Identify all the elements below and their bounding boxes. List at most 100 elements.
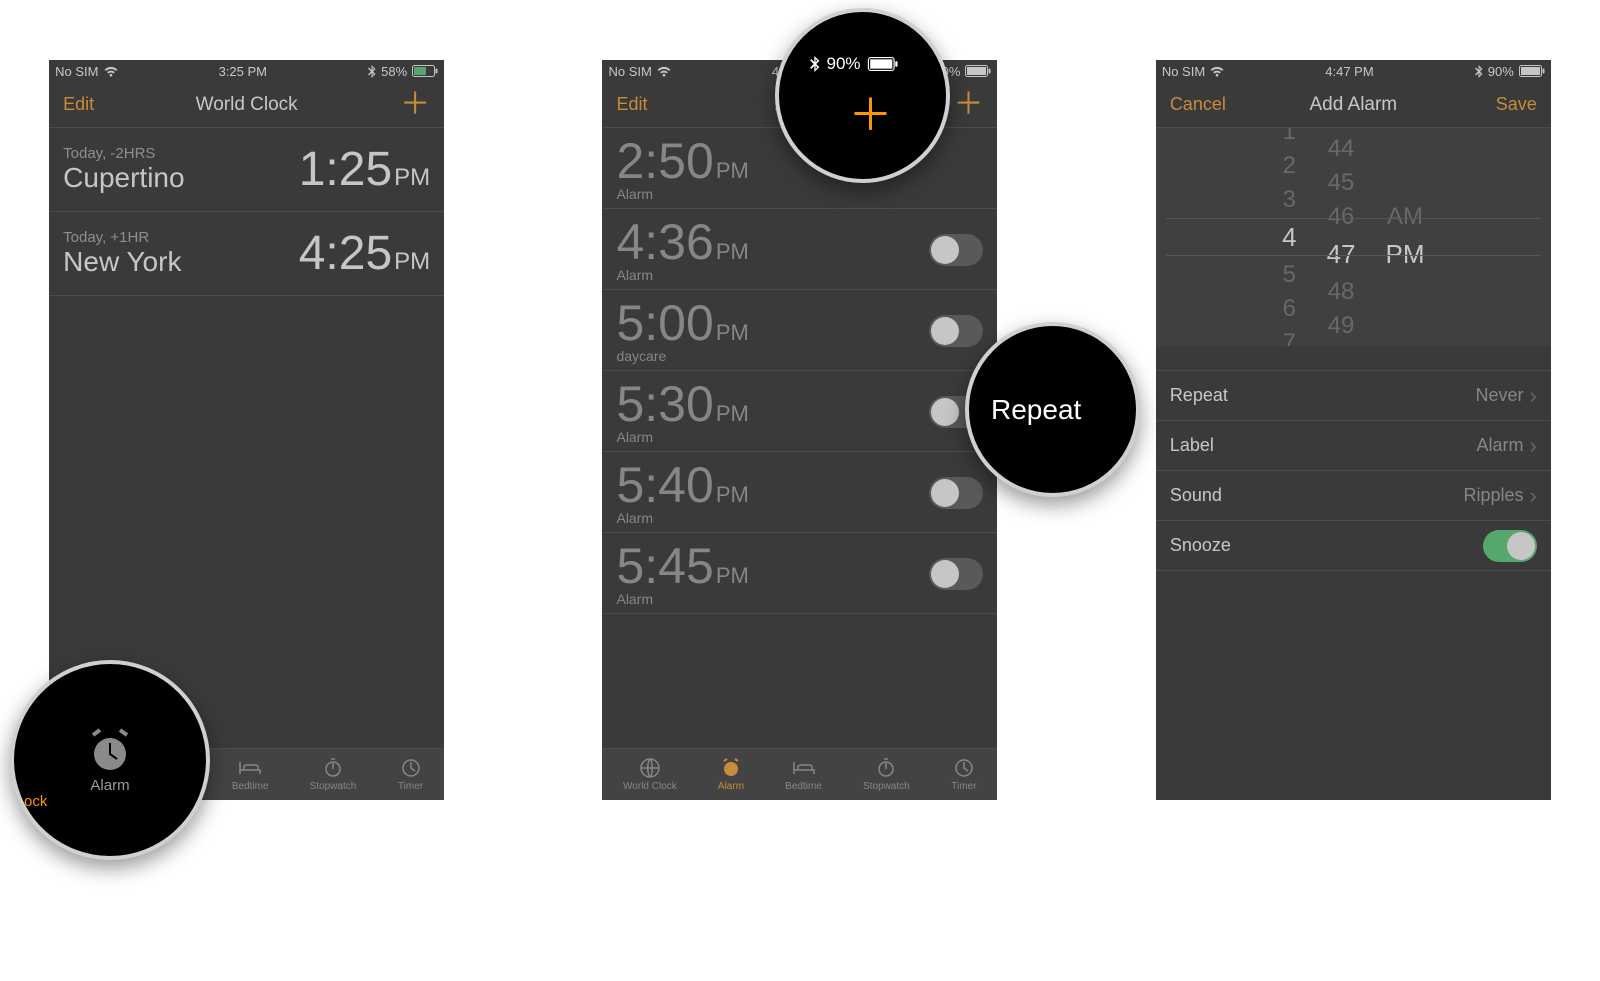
timer-icon xyxy=(951,757,977,779)
magnifier-add-button: 90% ＋ xyxy=(775,8,950,183)
bluetooth-icon xyxy=(810,56,820,72)
world-clock-row[interactable]: Today, +1HR New York 4:25PM xyxy=(49,212,444,296)
bluetooth-icon xyxy=(1475,65,1483,78)
wifi-icon xyxy=(657,66,671,77)
alarm-row[interactable]: 5:30PMAlarm xyxy=(602,371,997,452)
setting-value: Ripples› xyxy=(1463,483,1536,509)
setting-value: Never› xyxy=(1475,383,1536,409)
snooze-toggle[interactable] xyxy=(1483,530,1537,562)
alarm-toggle[interactable] xyxy=(929,234,983,266)
time-display: 4:25PM xyxy=(299,226,430,281)
alarm-time: 5:30PM xyxy=(616,379,748,429)
save-button[interactable]: Save xyxy=(1477,94,1537,115)
cancel-button[interactable]: Cancel xyxy=(1170,94,1230,115)
tab-bar: World Clock Alarm Bedtime Stopwatch Time… xyxy=(602,748,997,800)
time-display: 1:25PM xyxy=(299,142,430,197)
battery-icon xyxy=(867,57,899,71)
alarm-list: 2:50PMAlarm4:36PMAlarm5:00PMdaycare5:30P… xyxy=(602,128,997,614)
screen-add-alarm: No SIM 4:47 PM 90% Cancel Add Alarm Save… xyxy=(1156,60,1551,800)
magnifier-repeat-row: Repeat xyxy=(965,322,1140,497)
offset-label: Today, +1HR xyxy=(63,229,181,246)
page-title: World Clock xyxy=(123,94,370,116)
setting-label[interactable]: Label Alarm› xyxy=(1156,421,1551,471)
battery-icon xyxy=(965,65,991,77)
tab-stopwatch[interactable]: Stopwatch xyxy=(863,757,910,792)
magnifier-alarm-label: Alarm xyxy=(90,777,129,794)
alarm-label: Alarm xyxy=(616,186,748,202)
status-bar: No SIM 3:25 PM 58% xyxy=(49,60,444,82)
tab-stopwatch[interactable]: Stopwatch xyxy=(310,757,357,792)
wifi-icon xyxy=(104,66,118,77)
alarm-label: Alarm xyxy=(616,267,748,283)
city-label: Cupertino xyxy=(63,162,184,194)
chevron-right-icon: › xyxy=(1529,433,1536,459)
world-clock-list: Today, -2HRS Cupertino 1:25PM Today, +1H… xyxy=(49,128,444,296)
alarm-time: 4:36PM xyxy=(616,217,748,267)
alarm-time: 2:50PM xyxy=(616,136,748,186)
edit-button[interactable]: Edit xyxy=(63,94,123,115)
setting-label: Label xyxy=(1170,435,1214,456)
globe-icon xyxy=(637,757,663,779)
offset-label: Today, -2HRS xyxy=(63,145,184,162)
setting-label: Sound xyxy=(1170,485,1222,506)
stopwatch-icon xyxy=(873,757,899,779)
setting-label: Repeat xyxy=(1170,385,1228,406)
alarm-label: Alarm xyxy=(616,429,748,445)
magnifier-alarm-tab: Alarm ock xyxy=(10,660,210,860)
alarm-label: daycare xyxy=(616,348,748,364)
carrier-label: No SIM xyxy=(55,64,98,79)
setting-sound[interactable]: Sound Ripples› xyxy=(1156,471,1551,521)
repeat-label-zoom: Repeat xyxy=(969,394,1136,426)
tab-bedtime[interactable]: Bedtime xyxy=(232,757,269,792)
tab-alarm[interactable]: Alarm xyxy=(718,757,744,792)
alarm-label: Alarm xyxy=(616,510,748,526)
status-bar: No SIM 4:47 PM 90% xyxy=(1156,60,1551,82)
chevron-right-icon: › xyxy=(1529,483,1536,509)
alarm-row[interactable]: 5:45PMAlarm xyxy=(602,533,997,614)
magnifier-partial-text: ock xyxy=(24,793,47,810)
battery-pct: 90% xyxy=(1488,64,1514,79)
setting-value: Alarm› xyxy=(1476,433,1536,459)
add-button-zoom: ＋ xyxy=(849,94,899,138)
bed-icon xyxy=(791,757,817,779)
status-time: 3:25 PM xyxy=(118,64,369,79)
setting-label: Snooze xyxy=(1170,535,1231,556)
add-button[interactable]: ＋ xyxy=(953,88,983,121)
alarm-row[interactable]: 5:40PMAlarm xyxy=(602,452,997,533)
tab-timer[interactable]: Timer xyxy=(951,757,977,792)
battery-icon xyxy=(1519,65,1545,77)
time-picker[interactable]: 1234567 444546474849 AMPM xyxy=(1156,128,1551,346)
tab-bedtime[interactable]: Bedtime xyxy=(785,757,822,792)
tab-timer[interactable]: Timer xyxy=(398,757,424,792)
nav-bar: Cancel Add Alarm Save xyxy=(1156,82,1551,128)
add-button[interactable]: ＋ xyxy=(400,88,430,121)
alarm-time: 5:45PM xyxy=(616,541,748,591)
alarm-time: 5:00PM xyxy=(616,298,748,348)
edit-button[interactable]: Edit xyxy=(616,94,676,115)
wifi-icon xyxy=(1210,66,1224,77)
alarm-toggle[interactable] xyxy=(929,477,983,509)
carrier-label: No SIM xyxy=(1162,64,1205,79)
battery-pct: 58% xyxy=(381,64,407,79)
alarm-time: 5:40PM xyxy=(616,460,748,510)
alarm-toggle[interactable] xyxy=(929,315,983,347)
nav-bar: Edit World Clock ＋ xyxy=(49,82,444,128)
screen-alarm: No SIM 4:39 PM 90% Edit Alarm ＋ 2:50PMAl… xyxy=(602,60,997,800)
alarm-row[interactable]: 4:36PMAlarm xyxy=(602,209,997,290)
carrier-label: No SIM xyxy=(608,64,651,79)
tab-world-clock[interactable]: World Clock xyxy=(623,757,677,792)
alarm-row[interactable]: 5:00PMdaycare xyxy=(602,290,997,371)
bed-icon xyxy=(237,757,263,779)
timer-icon xyxy=(398,757,424,779)
setting-snooze[interactable]: Snooze xyxy=(1156,521,1551,571)
world-clock-row[interactable]: Today, -2HRS Cupertino 1:25PM xyxy=(49,128,444,212)
setting-repeat[interactable]: Repeat Never› xyxy=(1156,371,1551,421)
stopwatch-icon xyxy=(320,757,346,779)
status-time: 4:47 PM xyxy=(1224,64,1475,79)
battery-pct: 90% xyxy=(826,54,860,74)
alarm-label: Alarm xyxy=(616,591,748,607)
bluetooth-icon xyxy=(368,65,376,78)
alarm-toggle[interactable] xyxy=(929,558,983,590)
alarm-clock-icon xyxy=(85,727,135,773)
page-title: Add Alarm xyxy=(1230,94,1477,116)
